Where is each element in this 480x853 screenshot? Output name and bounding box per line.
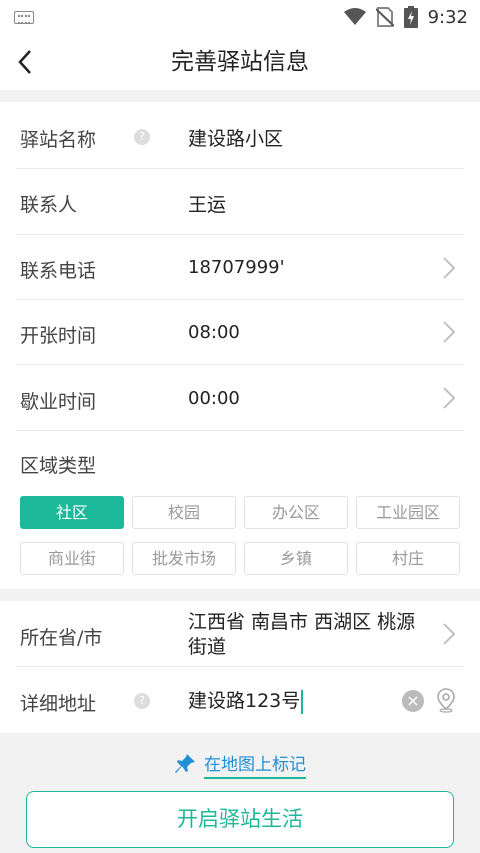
phone-row[interactable]: 联系电话 18707999' <box>16 235 464 300</box>
open-time-value[interactable]: 08:00 <box>188 322 240 343</box>
contact-label: 联系人 <box>20 194 78 216</box>
phone-value[interactable]: 18707999' <box>188 257 285 278</box>
close-time-label: 歇业时间 <box>20 391 97 413</box>
text-cursor <box>301 689 304 714</box>
address-input[interactable]: 建设路123号 <box>188 686 304 714</box>
province-value-line1: 江西省 南昌市 西湖区 桃源 <box>188 611 416 633</box>
area-chip-town[interactable]: 乡镇 <box>244 542 348 575</box>
start-station-button[interactable]: 开启驿站生活 <box>26 791 454 848</box>
close-time-row[interactable]: 歇业时间 00:00 <box>16 365 464 431</box>
pin-icon <box>175 754 195 773</box>
province-label: 所在省/市 <box>20 627 103 649</box>
clear-icon[interactable]: × <box>402 690 424 712</box>
help-icon[interactable]: ? <box>134 693 150 709</box>
location-pin-icon[interactable] <box>434 687 458 713</box>
contact-row[interactable]: 联系人 王运 <box>16 169 464 235</box>
chevron-right-icon <box>443 623 456 645</box>
station-info-section: 驿站名称 ? 建设路小区 联系人 王运 联系电话 18707999' 开张时间 … <box>0 102 480 589</box>
mark-on-map-link[interactable]: 在地图上标记 <box>0 748 480 780</box>
chevron-right-icon <box>443 257 456 279</box>
battery-charging-icon <box>403 6 418 28</box>
location-section: 所在省/市 江西省 南昌市 西湖区 桃源 街道 详细地址 ? 建设路123号 × <box>0 601 480 733</box>
mark-on-map-label: 在地图上标记 <box>204 750 306 779</box>
page-title: 完善驿站信息 <box>171 49 309 75</box>
close-time-value[interactable]: 00:00 <box>188 388 240 409</box>
area-chip-office[interactable]: 办公区 <box>244 496 348 529</box>
province-value-line2: 街道 <box>188 636 227 658</box>
keyboard-icon <box>14 11 34 24</box>
station-name-label: 驿站名称 <box>20 129 97 151</box>
chevron-right-icon <box>443 321 456 343</box>
area-type-label: 区域类型 <box>20 455 97 477</box>
chevron-right-icon <box>443 387 456 409</box>
address-row[interactable]: 详细地址 ? 建设路123号 × <box>16 667 464 733</box>
area-chip-wholesale[interactable]: 批发市场 <box>132 542 236 575</box>
station-name-value[interactable]: 建设路小区 <box>188 124 283 151</box>
area-chip-campus[interactable]: 校园 <box>132 496 236 529</box>
help-icon[interactable]: ? <box>134 129 150 145</box>
contact-value[interactable]: 王运 <box>188 190 226 217</box>
wifi-icon <box>343 8 366 25</box>
area-chip-commercial[interactable]: 商业街 <box>20 542 124 575</box>
phone-label: 联系电话 <box>20 260 97 282</box>
address-value: 建设路123号 <box>188 690 301 712</box>
address-label: 详细地址 <box>20 693 97 715</box>
no-sim-icon <box>375 7 394 27</box>
app-bar: 完善驿站信息 <box>0 34 480 90</box>
province-value[interactable]: 江西省 南昌市 西湖区 桃源 街道 <box>188 610 415 660</box>
station-name-row[interactable]: 驿站名称 ? 建设路小区 <box>16 102 464 169</box>
open-time-label: 开张时间 <box>20 325 97 347</box>
province-row[interactable]: 所在省/市 江西省 南昌市 西湖区 桃源 街道 <box>16 601 464 667</box>
area-chip-village[interactable]: 村庄 <box>356 542 460 575</box>
area-chip-industrial[interactable]: 工业园区 <box>356 496 460 529</box>
open-time-row[interactable]: 开张时间 08:00 <box>16 300 464 365</box>
clock: 9:32 <box>427 6 468 28</box>
area-chip-community[interactable]: 社区 <box>20 496 124 529</box>
system-icons: 9:32 <box>343 4 468 30</box>
status-bar: 9:32 <box>0 0 480 34</box>
